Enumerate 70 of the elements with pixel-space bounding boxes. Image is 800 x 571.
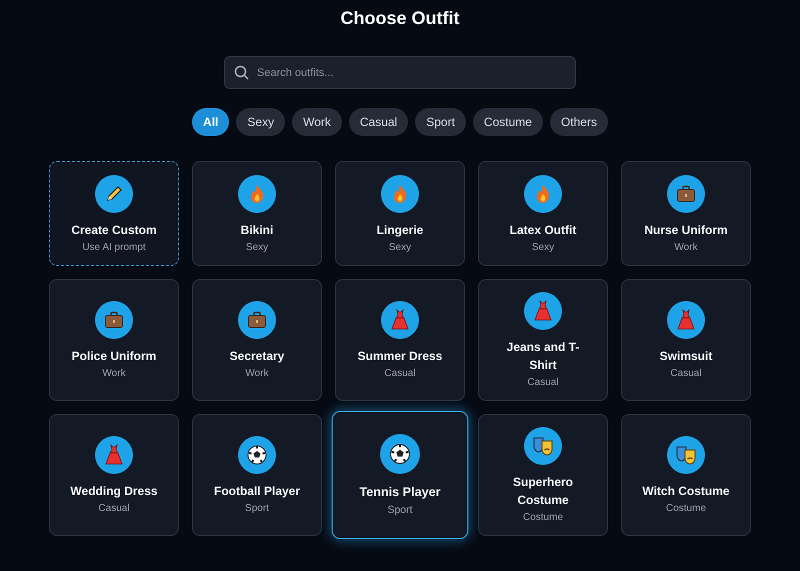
outfit-category: Work xyxy=(102,368,126,379)
outfit-category: Casual xyxy=(670,368,702,379)
filter-chip[interactable]: Work xyxy=(292,108,342,136)
filter-chip[interactable]: Casual xyxy=(348,108,408,136)
outfit-card[interactable]: Superhero Costume Costume xyxy=(478,414,608,536)
outfit-name: Summer Dress xyxy=(356,348,444,365)
outfit-card[interactable]: Jeans and T-Shirt Casual xyxy=(478,279,608,401)
outfit-category: Casual xyxy=(384,368,416,379)
outfit-name: Secretary xyxy=(228,348,286,365)
dress-icon xyxy=(105,444,123,466)
dress-icon xyxy=(534,300,552,322)
pencil-icon xyxy=(104,184,124,204)
outfit-category: Casual xyxy=(98,503,130,514)
filter-chip[interactable]: Sexy xyxy=(236,108,286,136)
outfit-card[interactable]: Bikini Sexy xyxy=(192,161,322,266)
search-field[interactable]: Search outfits... xyxy=(224,56,576,89)
outfit-name: Lingerie xyxy=(376,222,424,238)
page-title: Choose Outfit xyxy=(340,7,460,29)
outfit-card[interactable]: Summer Dress Casual xyxy=(335,279,465,401)
filter-chip[interactable]: All xyxy=(192,108,230,136)
outfit-category: Sport xyxy=(245,503,269,514)
outfit-card[interactable]: Tennis Player Sport xyxy=(332,410,468,540)
filter-chip[interactable]: Others xyxy=(550,108,608,136)
outfit-card[interactable]: Nurse Uniform Work xyxy=(621,161,751,266)
outfit-card[interactable]: Football Player Sport xyxy=(192,414,322,536)
outfit-category: Sexy xyxy=(532,242,554,252)
filter-chip[interactable]: Costume xyxy=(472,108,543,136)
flame-icon xyxy=(391,184,409,204)
outfit-category: Costume xyxy=(666,503,706,514)
briefcase-icon xyxy=(676,184,696,202)
outfit-name: Police Uniform xyxy=(70,348,158,365)
outfit-card[interactable]: Latex Outfit Sexy xyxy=(478,161,608,266)
theater-masks-icon xyxy=(675,445,697,465)
outfit-card[interactable]: Witch Costume Costume xyxy=(621,414,751,536)
briefcase-icon xyxy=(247,311,267,329)
outfit-name: Jeans and T-Shirt xyxy=(506,339,580,374)
filter-chip[interactable]: Sport xyxy=(415,108,466,136)
flame-icon xyxy=(248,184,266,204)
outfit-category: Sexy xyxy=(388,242,412,252)
briefcase-icon xyxy=(104,311,124,329)
outfit-category: Use AI prompt xyxy=(82,242,146,252)
search-icon xyxy=(234,65,249,80)
outfit-card[interactable]: Lingerie Sexy xyxy=(335,161,465,266)
outfit-name: Witch Costume xyxy=(641,483,731,500)
dress-icon xyxy=(391,309,409,331)
outfit-name: Football Player xyxy=(212,483,302,500)
outfit-category: Sexy xyxy=(246,242,268,252)
theater-masks-icon xyxy=(532,436,554,456)
outfit-card[interactable]: Secretary Work xyxy=(192,279,322,401)
outfit-category: Casual xyxy=(527,377,559,388)
outfit-category: Costume xyxy=(522,512,563,523)
outfit-category: Work xyxy=(245,368,269,379)
dress-icon xyxy=(677,309,695,331)
outfit-card[interactable]: Police Uniform Work xyxy=(49,279,179,401)
create-custom-card[interactable]: Create Custom Use AI prompt xyxy=(49,161,179,266)
outfit-name: Tennis Player xyxy=(358,483,442,502)
outfit-card[interactable]: Swimsuit Casual xyxy=(621,279,751,401)
outfit-category: Work xyxy=(674,242,698,252)
outfit-name: Nurse Uniform xyxy=(643,222,729,238)
flame-icon xyxy=(534,184,552,204)
outfit-name: Wedding Dress xyxy=(69,483,159,500)
outfit-category: Sport xyxy=(387,504,413,516)
soccer-ball-icon xyxy=(247,445,267,465)
outfit-card[interactable]: Wedding Dress Casual xyxy=(49,414,179,536)
outfit-name: Superhero Costume xyxy=(512,474,574,509)
outfit-name: Latex Outfit xyxy=(508,222,578,238)
outfit-name: Bikini xyxy=(240,222,274,238)
outfit-name: Create Custom xyxy=(70,222,158,238)
soccer-ball-icon xyxy=(390,444,410,464)
outfit-name: Swimsuit xyxy=(658,348,714,365)
